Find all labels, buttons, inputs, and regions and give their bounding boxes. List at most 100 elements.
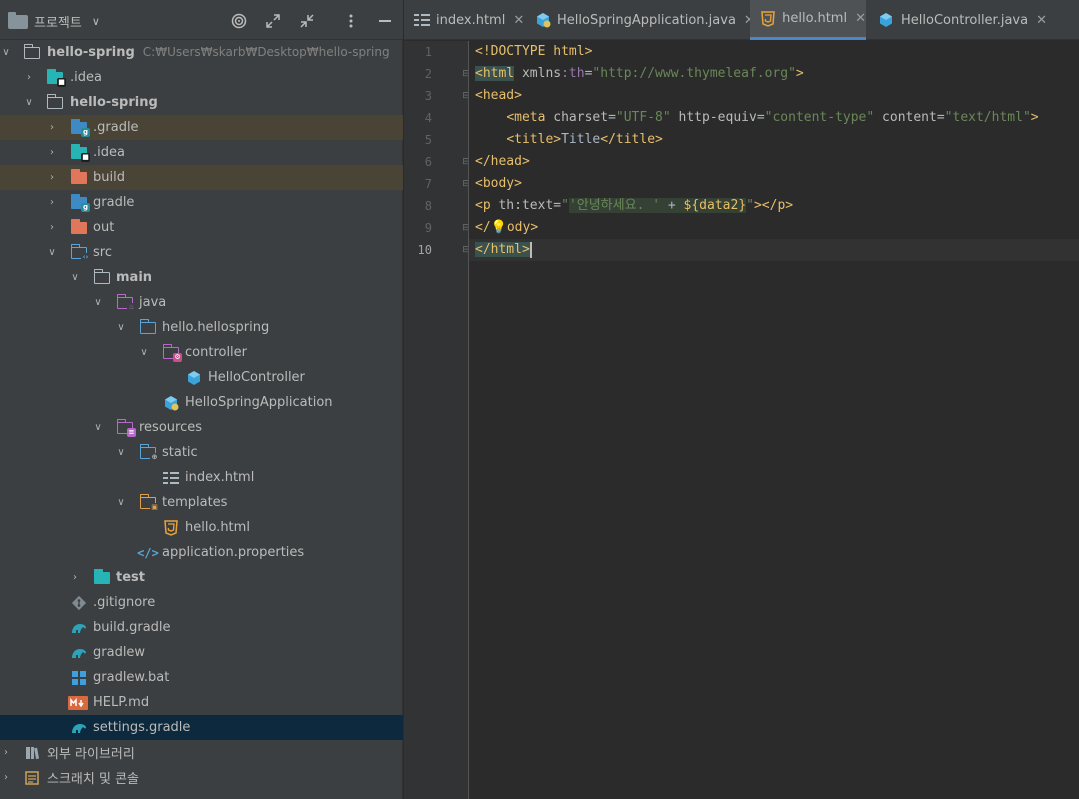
chevron-down-icon[interactable]: ∨ — [69, 272, 81, 284]
lightbulb-icon[interactable]: 💡 — [491, 220, 507, 235]
excluded-folder-icon — [70, 168, 88, 186]
tree-item-hellospringapplication[interactable]: HelloSpringApplication — [0, 390, 403, 415]
more-icon[interactable] — [342, 12, 360, 30]
chevron-right-icon[interactable]: › — [0, 772, 12, 784]
html5-icon — [760, 10, 776, 27]
chevron-right-icon[interactable]: › — [46, 147, 58, 159]
fold-open-icon[interactable]: ⊟ — [461, 69, 471, 79]
tree-item-gradle[interactable]: › g gradle — [0, 190, 403, 215]
line-number: 7 — [424, 177, 432, 191]
chevron-right-icon[interactable]: › — [69, 572, 81, 584]
tree-item-hello-html[interactable]: hello.html — [0, 515, 403, 540]
excluded-folder-icon — [70, 218, 88, 236]
chevron-down-icon[interactable]: ∨ — [115, 322, 127, 334]
target-icon[interactable] — [230, 12, 248, 30]
tab-hello-html[interactable]: hello.html ✕ — [750, 0, 866, 40]
tree-item-hellocontroller[interactable]: HelloController — [0, 365, 403, 390]
folder-icon — [23, 43, 41, 61]
tree-item-gitignore[interactable]: .gitignore — [0, 590, 403, 615]
code-line-10: </html> — [475, 241, 532, 258]
code-line-1: <!DOCTYPE html> — [475, 44, 593, 59]
code-editor[interactable]: 1 2 3 4 5 6 7 8 9 10 ⊟ ⊟ ⊟ ⊟ ⊟ ⊟ <!DOCTY… — [404, 41, 1079, 799]
line-number: 9 — [424, 221, 432, 235]
tree-item-out[interactable]: › out — [0, 215, 403, 240]
test-folder-icon — [93, 568, 111, 586]
chevron-right-icon[interactable]: › — [23, 72, 35, 84]
chevron-down-icon[interactable]: ∨ — [115, 447, 127, 459]
tree-item-package[interactable]: ∨ hello.hellospring — [0, 315, 403, 340]
tab-index-html[interactable]: index.html ✕ — [404, 0, 524, 40]
tree-item-src[interactable]: ∨ ‹› src — [0, 240, 403, 265]
tree-item-hello-spring-root[interactable]: ∨ hello-spring C:₩Users₩skarb₩Desktop₩hel… — [0, 40, 403, 65]
project-panel-header: 프로젝트 ∨ — [0, 0, 403, 40]
tree-item-idea-inner[interactable]: › ■ .idea — [0, 140, 403, 165]
tree-item-label: .gradle — [93, 120, 139, 135]
close-icon[interactable]: ✕ — [513, 13, 524, 28]
chevron-down-icon[interactable]: ∨ — [46, 247, 58, 259]
tree-item-label: hello.hellospring — [162, 320, 270, 335]
line-number: 4 — [424, 111, 432, 125]
templates-folder-icon: ▣ — [139, 493, 159, 512]
tree-item-label: src — [93, 245, 112, 260]
fold-open-icon[interactable]: ⊟ — [461, 91, 471, 101]
project-path: C:₩Users₩skarb₩Desktop₩hello-spring — [142, 45, 390, 59]
tree-item-gradle-hidden[interactable]: › g .gradle — [0, 115, 403, 140]
tree-item-external-libraries[interactable]: › 외부 라이브러리 — [0, 740, 403, 765]
tree-item-resources[interactable]: ∨ ≡ resources — [0, 415, 403, 440]
tree-item-idea[interactable]: › ■ .idea — [0, 65, 403, 90]
project-view-selector[interactable]: 프로젝트 ∨ — [8, 11, 100, 31]
tree-item-gradlew[interactable]: gradlew — [0, 640, 403, 665]
chevron-down-icon[interactable]: ∨ — [115, 497, 127, 509]
tree-item-label: hello-spring — [70, 95, 158, 110]
tree-item-build-gradle[interactable]: build.gradle — [0, 615, 403, 640]
tree-item-settings-gradle[interactable]: settings.gradle — [0, 715, 403, 740]
chevron-right-icon[interactable]: › — [0, 747, 12, 759]
chevron-down-icon[interactable]: ∨ — [138, 347, 150, 359]
chevron-down-icon[interactable]: ∨ — [92, 297, 104, 309]
gutter-divider — [468, 41, 469, 799]
expand-icon[interactable] — [264, 12, 282, 30]
chevron-down-icon[interactable]: ∨ — [23, 97, 35, 109]
tree-item-templates[interactable]: ∨ ▣ templates — [0, 490, 403, 515]
chevron-down-icon[interactable]: ∨ — [0, 47, 12, 59]
chevron-down-icon[interactable]: ∨ — [92, 422, 104, 434]
fold-close-icon[interactable]: ⊟ — [461, 223, 471, 233]
tree-item-gradlew-bat[interactable]: gradlew.bat — [0, 665, 403, 690]
fold-close-icon[interactable]: ⊟ — [461, 245, 471, 255]
tree-item-index-html[interactable]: index.html — [0, 465, 403, 490]
tree-item-label: out — [93, 220, 115, 235]
text-caret — [529, 241, 532, 258]
tree-item-help-md[interactable]: HELP.md — [0, 690, 403, 715]
tree-item-label: 외부 라이브러리 — [47, 747, 135, 762]
tree-item-build[interactable]: › build — [0, 165, 403, 190]
tree-item-main[interactable]: ∨ main — [0, 265, 403, 290]
tree-item-label: build.gradle — [93, 620, 171, 635]
tree-item-label: index.html — [185, 470, 255, 485]
tree-item-application-properties[interactable]: </> application.properties — [0, 540, 403, 565]
chevron-right-icon[interactable]: › — [46, 222, 58, 234]
tab-hellospringapplication-java[interactable]: HelloSpringApplication.java ✕ — [525, 0, 755, 40]
chevron-right-icon[interactable]: › — [46, 172, 58, 184]
chevron-right-icon[interactable]: › — [46, 197, 58, 209]
tree-item-label: .idea — [93, 145, 125, 160]
tree-item-java[interactable]: ∨ ♨ java — [0, 290, 403, 315]
tab-hellocontroller-java[interactable]: HelloController.java ✕ — [867, 0, 1047, 40]
tree-item-static[interactable]: ∨ ⊕ static — [0, 440, 403, 465]
gradle-elephant-icon — [70, 720, 88, 736]
chevron-right-icon[interactable]: › — [46, 122, 58, 134]
tree-item-label: HelloSpringApplication — [185, 395, 333, 410]
tree-item-hello-spring-module[interactable]: ∨ hello-spring — [0, 90, 403, 115]
properties-file-icon: </> — [137, 545, 159, 560]
minimize-icon[interactable] — [376, 12, 394, 30]
tree-item-scratches[interactable]: › 스크래치 및 콘솔 — [0, 765, 403, 790]
close-icon[interactable]: ✕ — [1036, 13, 1047, 28]
tree-item-test[interactable]: › test — [0, 565, 403, 590]
tree-item-controller[interactable]: ∨ ⚙ controller — [0, 340, 403, 365]
line-number: 2 — [424, 67, 432, 81]
line-number: 1 — [424, 45, 432, 59]
fold-close-icon[interactable]: ⊟ — [461, 157, 471, 167]
chevron-down-icon: ∨ — [91, 15, 100, 28]
close-icon[interactable]: ✕ — [855, 11, 866, 26]
collapse-icon[interactable] — [298, 12, 316, 30]
fold-open-icon[interactable]: ⊟ — [461, 179, 471, 189]
